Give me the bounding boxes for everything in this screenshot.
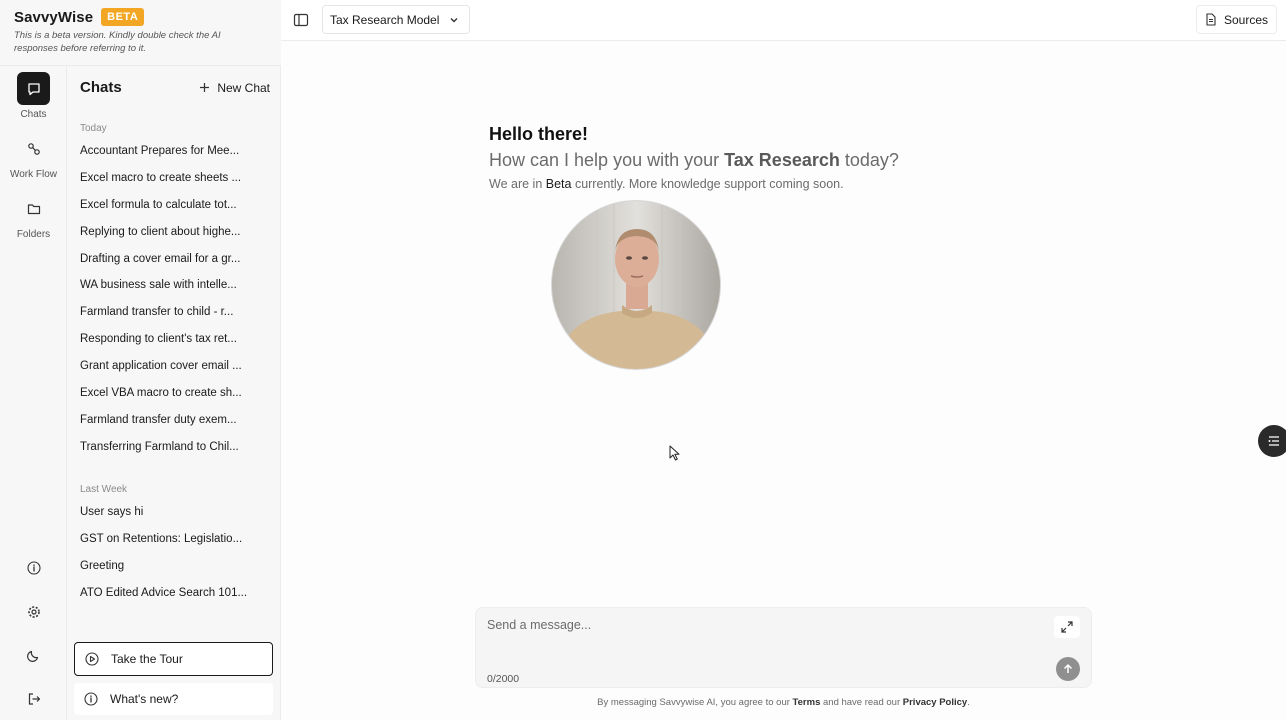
chat-history-item[interactable]: Farmland transfer duty exem... bbox=[80, 407, 250, 434]
terms-link[interactable]: Terms bbox=[793, 697, 821, 708]
rail-label: Work Flow bbox=[9, 169, 58, 180]
beta-badge: BETA bbox=[101, 8, 145, 26]
plus-icon bbox=[200, 83, 210, 92]
play-circle-icon bbox=[85, 652, 99, 666]
chat-icon bbox=[17, 72, 50, 105]
moon-icon bbox=[26, 650, 38, 662]
group-label-today: Today bbox=[80, 123, 107, 134]
chat-history-item[interactable]: WA business sale with intelle... bbox=[80, 272, 250, 299]
chat-history-item[interactable]: Excel formula to calculate tot... bbox=[80, 192, 250, 219]
chat-history-item[interactable]: Grant application cover email ... bbox=[80, 353, 250, 380]
info-button[interactable] bbox=[0, 561, 67, 575]
expand-icon bbox=[1061, 621, 1073, 633]
today-chat-list: Accountant Prepares for Mee... Excel macr… bbox=[80, 138, 250, 461]
last-week-chat-list: User says hi GST on Retentions: Legislati… bbox=[80, 499, 250, 607]
logout-button[interactable] bbox=[0, 692, 67, 706]
chevron-down-icon bbox=[450, 17, 458, 22]
rail-label: Chats bbox=[20, 109, 47, 120]
chat-history-item[interactable]: Transferring Farmland to Chil... bbox=[80, 434, 250, 461]
send-button[interactable] bbox=[1056, 657, 1080, 681]
sources-button[interactable]: Sources bbox=[1195, 5, 1277, 34]
character-counter: 0/2000 bbox=[487, 673, 520, 685]
beta-note: We are in Beta currently. More knowledge… bbox=[489, 177, 844, 191]
message-composer: 0/2000 bbox=[475, 607, 1092, 688]
new-chat-label: New Chat bbox=[217, 80, 270, 95]
sources-label: Sources bbox=[1223, 12, 1268, 27]
top-bar: Tax Research Model Sources bbox=[281, 0, 1286, 41]
video-avatar bbox=[551, 200, 721, 370]
sidebar-toggle-button[interactable] bbox=[293, 12, 309, 28]
chats-title: Chats bbox=[80, 79, 122, 96]
chat-history-item[interactable]: Responding to client's tax ret... bbox=[80, 326, 250, 353]
app-name: SavvyWise bbox=[14, 8, 94, 26]
greeting-title: Hello there! bbox=[489, 124, 589, 144]
settings-icon bbox=[27, 606, 40, 618]
chat-history-item[interactable]: Accountant Prepares for Mee... bbox=[80, 138, 250, 165]
list-icon bbox=[1268, 436, 1279, 446]
model-select-value: Tax Research Model bbox=[330, 12, 440, 27]
terms-disclaimer: By messaging Savvywise AI, you agree to … bbox=[597, 697, 970, 708]
floating-menu-button[interactable] bbox=[1258, 425, 1286, 457]
mouse-cursor-icon bbox=[669, 445, 681, 466]
whats-new-button[interactable]: What's new? bbox=[74, 683, 273, 715]
chat-history-item[interactable]: Replying to client about highe... bbox=[80, 219, 250, 246]
privacy-policy-link[interactable]: Privacy Policy bbox=[903, 697, 967, 708]
info-icon bbox=[26, 561, 41, 575]
rail-item-folders[interactable]: Folders bbox=[0, 192, 67, 240]
beta-disclaimer: This is a beta version. Kindly double ch… bbox=[14, 30, 221, 54]
rail-label: Folders bbox=[16, 229, 51, 240]
folder-icon bbox=[17, 192, 50, 225]
icon-rail: Chats Work Flow Folders bbox=[0, 66, 67, 720]
logout-icon bbox=[28, 693, 40, 705]
greeting-subtitle: How can I help you with your Tax Researc… bbox=[489, 150, 899, 170]
message-input[interactable] bbox=[487, 618, 1047, 632]
document-icon bbox=[1206, 13, 1216, 26]
chat-history-item[interactable]: Farmland transfer to child - r... bbox=[80, 299, 250, 326]
chats-panel: Chats New Chat Today Accountant Prepares… bbox=[67, 66, 281, 720]
chat-history-item[interactable]: Excel macro to create sheets ... bbox=[80, 165, 250, 192]
expand-button[interactable] bbox=[1054, 616, 1080, 638]
theme-toggle[interactable] bbox=[0, 648, 67, 662]
rail-item-workflow[interactable]: Work Flow bbox=[0, 132, 67, 180]
info-icon bbox=[84, 692, 98, 706]
chat-history-item[interactable]: ATO Edited Advice Search 101... bbox=[80, 580, 250, 607]
chat-history-item[interactable]: User says hi bbox=[80, 499, 250, 526]
model-select[interactable]: Tax Research Model bbox=[322, 5, 471, 34]
take-tour-button[interactable]: Take the Tour bbox=[74, 642, 273, 676]
settings-button[interactable] bbox=[0, 605, 67, 619]
workflow-icon bbox=[17, 132, 50, 165]
take-tour-label: Take the Tour bbox=[111, 652, 183, 666]
group-label-last-week: Last Week bbox=[80, 484, 128, 495]
chat-history-item[interactable]: Drafting a cover email for a gr... bbox=[80, 246, 250, 273]
brand-header: SavvyWise BETA This is a beta version. K… bbox=[0, 0, 281, 66]
rail-item-chats[interactable]: Chats bbox=[0, 72, 67, 120]
sidebar-icon bbox=[293, 13, 309, 27]
welcome-block: Hello there! How can I help you with you… bbox=[489, 124, 899, 191]
arrow-up-icon bbox=[1063, 664, 1073, 673]
whats-new-label: What's new? bbox=[110, 692, 179, 706]
chat-history-item[interactable]: Excel VBA macro to create sh... bbox=[80, 380, 250, 407]
chat-history-item[interactable]: Greeting bbox=[80, 553, 250, 580]
new-chat-button[interactable]: New Chat bbox=[199, 81, 270, 95]
chat-history-item[interactable]: GST on Retentions: Legislatio... bbox=[80, 526, 250, 553]
